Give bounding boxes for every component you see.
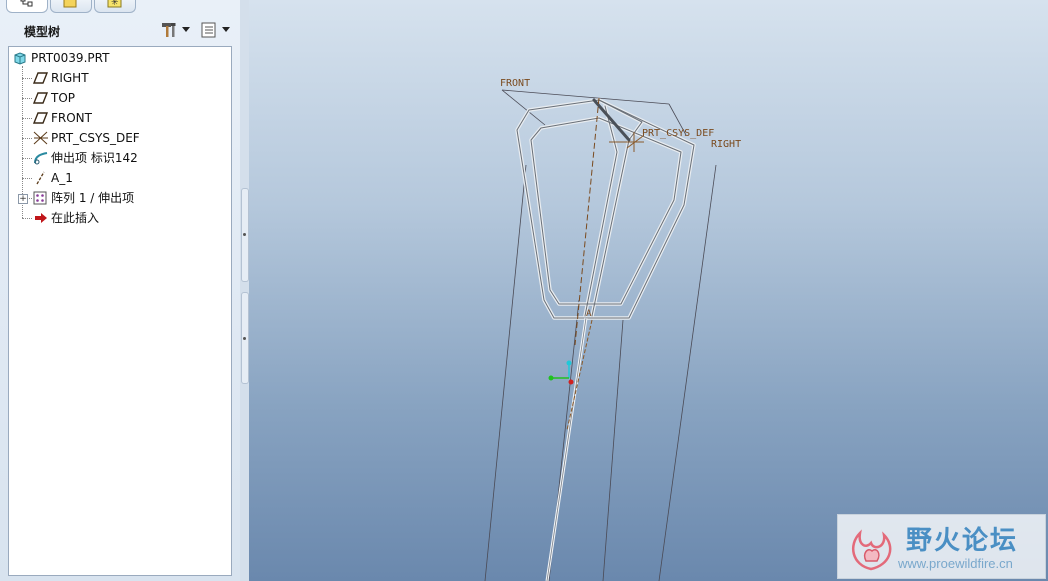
tree-item-pattern[interactable]: + 阵列 1 / 伸出项: [9, 188, 229, 208]
tree-connector: [22, 138, 32, 139]
watermark-title: 野火论坛: [906, 526, 1019, 556]
tree-item-label: A_1: [51, 171, 73, 185]
tree-connector: [22, 158, 32, 159]
right-datum-label: RIGHT: [711, 139, 741, 150]
tree-connector: [22, 98, 32, 99]
tree-item-top-plane[interactable]: TOP: [9, 88, 229, 108]
forum-watermark: 野火论坛 www.proewildfire.cn: [837, 514, 1046, 579]
tree-filter-icon: [201, 22, 216, 38]
chevron-down-icon: [182, 27, 190, 32]
tab-folder-browser[interactable]: [50, 0, 92, 13]
watermark-url: www.proewildfire.cn: [898, 556, 1013, 571]
model-tree-title: 模型树: [24, 25, 61, 39]
model-tree-panel: ✳ 模型树 PRT0039.PRT RIGHT TOP FRONT PRT_CS…: [0, 0, 241, 581]
panel-tabs: ✳: [0, 0, 240, 14]
model-tree-header: 模型树: [6, 16, 234, 44]
graphics-viewport[interactable]: FRONT PRT_CSYS_DEF RIGHT A: [249, 0, 1048, 581]
tree-item-label: 在此插入: [51, 211, 100, 225]
tree-item-protrusion[interactable]: 伸出项 标识142: [9, 148, 229, 168]
tree-connector: [22, 218, 32, 219]
model-tree-tab-icon: [20, 0, 33, 7]
svg-text:✳: ✳: [111, 0, 119, 8]
favorites-star-icon: ✳: [107, 0, 122, 8]
tree-item-csys[interactable]: PRT_CSYS_DEF: [9, 128, 229, 148]
insert-here-arrow-icon: [35, 213, 47, 223]
datum-plane-icon: [33, 112, 49, 124]
csys-datum-label: PRT_CSYS_DEF: [642, 128, 714, 139]
tree-item-insert-here[interactable]: 在此插入: [9, 208, 229, 228]
grip-dot: [243, 337, 246, 340]
protrusion-icon: [34, 152, 48, 165]
coordinate-system-icon: [33, 131, 48, 145]
show-filter-button[interactable]: [200, 21, 232, 39]
tree-item-label: PRT0039.PRT: [31, 51, 110, 65]
flame-logo-icon: [851, 529, 892, 571]
tree-item-label: RIGHT: [51, 71, 89, 85]
tree-item-right-plane[interactable]: RIGHT: [9, 68, 229, 88]
axis-datum-label: A: [586, 309, 592, 319]
model-tree: PRT0039.PRT RIGHT TOP FRONT PRT_CSYS_DEF…: [8, 46, 232, 576]
chevron-down-icon: [222, 27, 230, 32]
settings-tools-button[interactable]: [160, 21, 192, 39]
tree-item-label: 阵列 1 / 伸出项: [51, 191, 135, 205]
tree-item-label: PRT_CSYS_DEF: [51, 131, 140, 145]
tree-item-part[interactable]: PRT0039.PRT: [9, 48, 229, 68]
basket-handle: [545, 317, 593, 581]
pattern-icon: [33, 191, 47, 205]
tab-model-tree[interactable]: [6, 0, 48, 13]
datum-plane-icon: [33, 72, 49, 84]
datum-axis-icon: [36, 171, 45, 185]
part-icon: [14, 52, 26, 65]
panel-splitter[interactable]: [240, 0, 249, 581]
tree-connector: [22, 78, 32, 79]
tree-item-front-plane[interactable]: FRONT: [9, 108, 229, 128]
tab-favorites[interactable]: ✳: [94, 0, 136, 13]
tree-item-label: TOP: [51, 91, 76, 105]
datum-plane-outline: [484, 89, 717, 581]
tools-hammer-icon: [162, 23, 176, 37]
front-datum-label: FRONT: [500, 78, 530, 89]
tree-item-axis[interactable]: A_1: [9, 168, 229, 188]
view-triad: [548, 360, 574, 385]
tree-connector: [22, 178, 32, 179]
expand-toggle[interactable]: +: [18, 194, 28, 204]
splitter-grip-bottom[interactable]: [241, 292, 249, 384]
tree-item-label: FRONT: [51, 111, 92, 125]
splitter-grip-top[interactable]: [241, 188, 249, 282]
tree-item-label: 伸出项 标识142: [51, 151, 138, 165]
tree-connector: [22, 118, 32, 119]
grip-dot: [243, 233, 246, 236]
tree-connector: [27, 198, 32, 199]
model-graphics: FRONT PRT_CSYS_DEF RIGHT A: [484, 78, 741, 581]
folder-icon: [63, 0, 77, 8]
datum-plane-icon: [33, 92, 49, 104]
